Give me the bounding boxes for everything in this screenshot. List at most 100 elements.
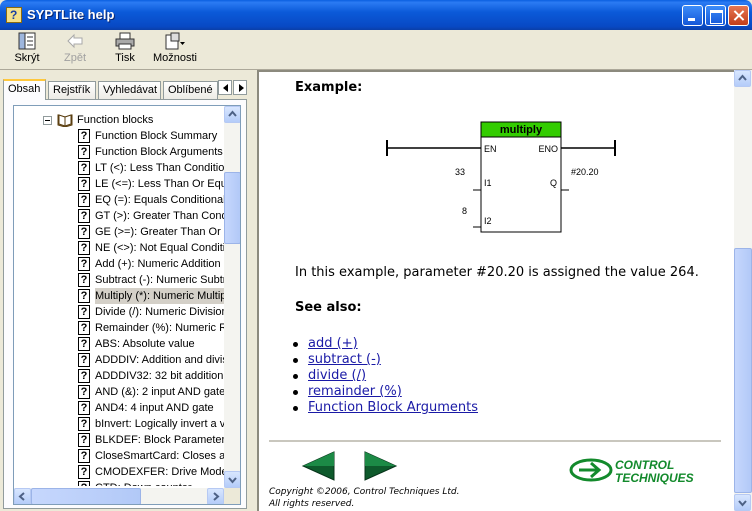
back-arrow-icon: [67, 33, 83, 49]
see-also-item: subtract (-): [291, 352, 478, 368]
block-in2-label: I2: [484, 216, 492, 226]
print-button[interactable]: Tisk: [109, 32, 141, 68]
arrow-down-icon: [738, 500, 747, 507]
block-in1-label: I1: [484, 178, 492, 188]
tab-index[interactable]: Rejstřík: [48, 81, 96, 99]
tab-search[interactable]: Vyhledávat: [98, 81, 161, 99]
help-topic-icon: ?: [78, 209, 90, 223]
tree-vertical-scrollbar[interactable]: [224, 106, 240, 488]
scroll-down-button[interactable]: [224, 471, 240, 488]
hscroll-thumb[interactable]: [31, 488, 141, 504]
tree-item-label: CTD: Down counter: [95, 480, 192, 486]
help-topic-icon: ?: [78, 369, 90, 383]
help-topic-icon: ?: [78, 193, 90, 207]
help-topic-icon: ?: [78, 129, 90, 143]
see-also-item: add (+): [291, 336, 478, 352]
multiply-block-diagram: multiply EN ENO I1 33 I2 8 Q #20.20: [386, 121, 616, 233]
arrow-down-icon: [228, 477, 237, 484]
help-topic-icon: ?: [78, 177, 90, 191]
tree-item-label: GE (>=): Greater Than Or Equal: [95, 226, 224, 238]
link-remainder[interactable]: remainder (%): [308, 384, 402, 399]
hide-button[interactable]: Skrýt: [10, 32, 44, 68]
copyright-line2: All rights reserved.: [269, 499, 355, 509]
arrow-right-icon: [213, 492, 220, 501]
scroll-up-button[interactable]: [224, 106, 240, 123]
scroll-left-button[interactable]: [14, 488, 31, 504]
tree-item-label: LE (<=): Less Than Or Equal: [95, 178, 224, 190]
arrow-left-icon: [223, 84, 228, 92]
hide-pane-icon: [18, 32, 36, 50]
tree-item-label: ADDDIV: Addition and division: [95, 354, 224, 366]
block-out-eno: ENO: [538, 144, 558, 154]
help-topic-icon: ?: [78, 161, 90, 175]
help-topic-icon: ?: [78, 433, 90, 447]
collapse-icon[interactable]: [43, 116, 52, 125]
help-topic-icon: ?: [78, 465, 90, 479]
options-button[interactable]: Možnosti: [150, 32, 200, 68]
example-heading: Example:: [295, 80, 363, 95]
tab-contents-label: Obsah: [8, 83, 41, 95]
help-topic-icon: ?: [78, 401, 90, 415]
next-page-button[interactable]: [364, 450, 398, 482]
see-also-item: Function Block Arguments: [291, 400, 478, 416]
toolbar: Skrýt Zpět Tisk Možnosti: [0, 30, 752, 70]
help-topic-icon: ?: [78, 385, 90, 399]
tree-item-label: Remainder (%): Numeric Remainder: [95, 322, 224, 334]
tab-scroll-left-button[interactable]: [218, 80, 232, 95]
link-divide[interactable]: divide (/): [308, 368, 366, 383]
print-label: Tisk: [115, 52, 135, 64]
back-button[interactable]: Zpět: [58, 32, 92, 68]
copyright: Copyright ©2006, Control Techniques Ltd.…: [269, 486, 459, 510]
tab-contents[interactable]: Obsah: [3, 79, 46, 100]
tree-item-label: bInvert: Logically invert a value: [95, 418, 224, 430]
arrow-right-icon: [239, 84, 244, 92]
help-topic-icon: ?: [78, 481, 90, 486]
printer-icon: [115, 32, 135, 50]
tab-favorites[interactable]: Oblíbené: [163, 81, 218, 99]
scroll-right-button[interactable]: [207, 488, 224, 504]
link-function-block-arguments[interactable]: Function Block Arguments: [308, 400, 478, 415]
help-topic-icon: ?: [78, 145, 90, 159]
tab-index-label: Rejstřík: [53, 84, 91, 96]
tree-item-label: Add (+): Numeric Addition: [95, 258, 221, 270]
logo-line1: CONTROL: [615, 458, 674, 472]
tree-item-label: CloseSmartCard: Closes a card: [95, 450, 224, 462]
tab-search-label: Vyhledávat: [103, 84, 158, 96]
block-in2-value: 8: [462, 206, 467, 216]
tree-item-label: ABS: Absolute value: [95, 338, 195, 350]
content-scroll-thumb[interactable]: [734, 248, 752, 493]
tree-item-label: AND4: 4 input AND gate: [95, 402, 214, 414]
previous-page-button[interactable]: [301, 450, 335, 482]
help-topic-icon: ?: [78, 289, 90, 303]
block-in1-value: 33: [455, 167, 465, 177]
tree-item-label: Function Block Arguments: [95, 146, 223, 158]
help-topic-icon: ?: [78, 241, 90, 255]
contents-panel: Function blocks ? Function Block Summary?…: [3, 99, 247, 509]
pane-splitter[interactable]: [248, 72, 257, 511]
link-subtract[interactable]: subtract (-): [308, 352, 381, 367]
help-topic-icon: ?: [78, 449, 90, 463]
logo-line2: TECHNIQUES: [615, 471, 694, 485]
copyright-line1: Copyright ©2006, Control Techniques Ltd.: [269, 487, 460, 497]
content-scroll-down-button[interactable]: [734, 494, 751, 511]
help-topic-icon: ?: [78, 273, 90, 287]
block-in-en: EN: [484, 144, 497, 154]
help-topic-icon: ?: [78, 417, 90, 431]
close-button[interactable]: [728, 5, 749, 26]
content-scroll-up-button[interactable]: [734, 70, 751, 87]
link-add[interactable]: add (+): [308, 336, 358, 351]
scroll-thumb[interactable]: [224, 172, 240, 244]
block-out-label: Q: [550, 178, 557, 188]
tree-item-label: CMODEXFER: Drive Mode: [95, 466, 224, 478]
arrow-up-icon: [228, 110, 237, 117]
tree-horizontal-scrollbar[interactable]: [14, 488, 224, 504]
tab-scroll-right-button[interactable]: [233, 80, 247, 95]
content-vertical-scrollbar[interactable]: [734, 70, 752, 511]
arrow-up-icon: [738, 74, 747, 81]
minimize-button[interactable]: [682, 5, 703, 26]
tree-folder-label: Function blocks: [77, 114, 154, 126]
see-also-links: add (+) subtract (-) divide (/) remainde…: [291, 336, 478, 416]
maximize-button[interactable]: [705, 5, 726, 26]
tree-item-label: LT (<): Less Than Conditional: [95, 162, 224, 174]
options-label: Možnosti: [152, 52, 198, 64]
